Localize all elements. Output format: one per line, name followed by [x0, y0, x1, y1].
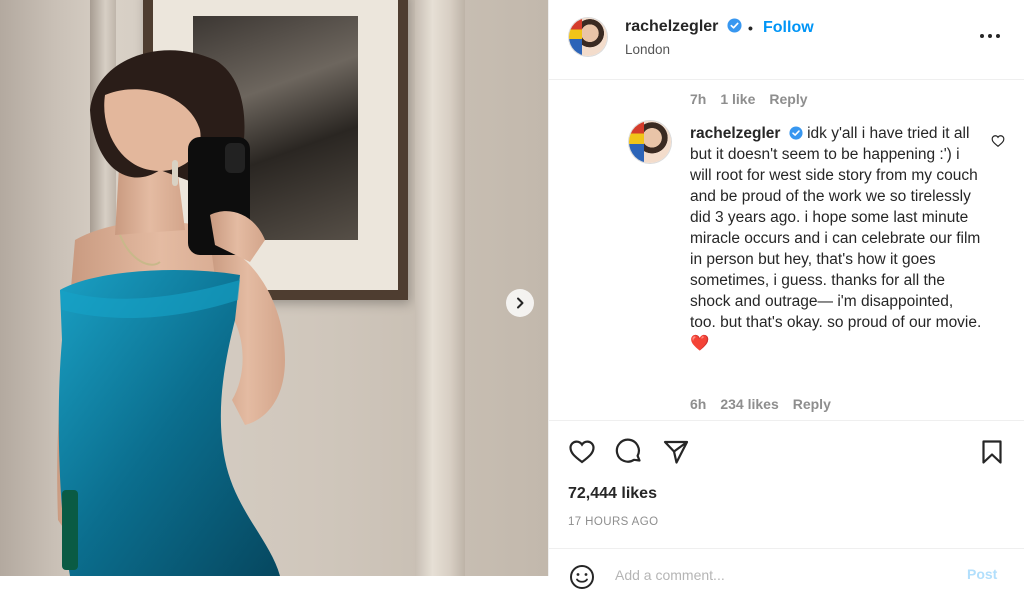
username-text: rachelzegler — [625, 18, 719, 35]
post-header: rachelzegler • Follow London — [549, 0, 1024, 80]
separator-dot: • — [748, 20, 753, 36]
comment-time: 7h — [690, 91, 707, 107]
follow-button[interactable]: Follow — [763, 19, 814, 37]
comment-likes[interactable]: 1 like — [720, 91, 755, 107]
person-figure — [57, 50, 285, 576]
post-photo[interactable] — [0, 0, 548, 576]
comment-body: idk y'all i have tried it all but it doe… — [690, 125, 982, 352]
emoji-icon[interactable] — [569, 564, 595, 590]
bookmark-icon[interactable] — [978, 438, 1006, 466]
comment-likes[interactable]: 234 likes — [720, 396, 778, 412]
heart-icon[interactable] — [568, 438, 596, 466]
reply-button[interactable]: Reply — [793, 396, 831, 412]
like-count[interactable]: 72,444 likes — [568, 485, 657, 503]
comment-meta: 6h 234 likes Reply — [690, 396, 831, 412]
avatar[interactable] — [569, 18, 607, 56]
verified-badge-icon — [727, 18, 742, 33]
post-details-panel: rachelzegler • Follow London 7h 1 like Rep… — [548, 0, 1024, 589]
post-timestamp: 17 HOURS AGO — [568, 516, 659, 528]
paper-plane-icon[interactable] — [662, 438, 690, 466]
divider — [549, 548, 1024, 549]
location-link[interactable]: London — [625, 42, 670, 57]
next-photo-button[interactable] — [506, 289, 534, 317]
comment-meta: 7h 1 like Reply — [690, 91, 808, 107]
comment-text-block: rachelzegler idk y'all i have tried it a… — [690, 123, 982, 354]
post-comment-button[interactable]: Post — [967, 566, 997, 582]
username-link[interactable]: rachelzegler — [625, 18, 742, 36]
chevron-right-icon — [517, 297, 524, 309]
comment-like-heart-icon[interactable] — [991, 134, 1005, 148]
add-comment-input[interactable] — [613, 566, 947, 584]
more-options-icon[interactable] — [977, 26, 1003, 46]
verified-badge-icon — [789, 126, 803, 140]
divider — [549, 420, 1024, 421]
comment-avatar[interactable] — [629, 121, 671, 163]
comment-time: 6h — [690, 396, 707, 412]
reply-button[interactable]: Reply — [769, 91, 807, 107]
comment-icon[interactable] — [615, 438, 643, 466]
comment-username[interactable]: rachelzegler — [690, 125, 780, 142]
